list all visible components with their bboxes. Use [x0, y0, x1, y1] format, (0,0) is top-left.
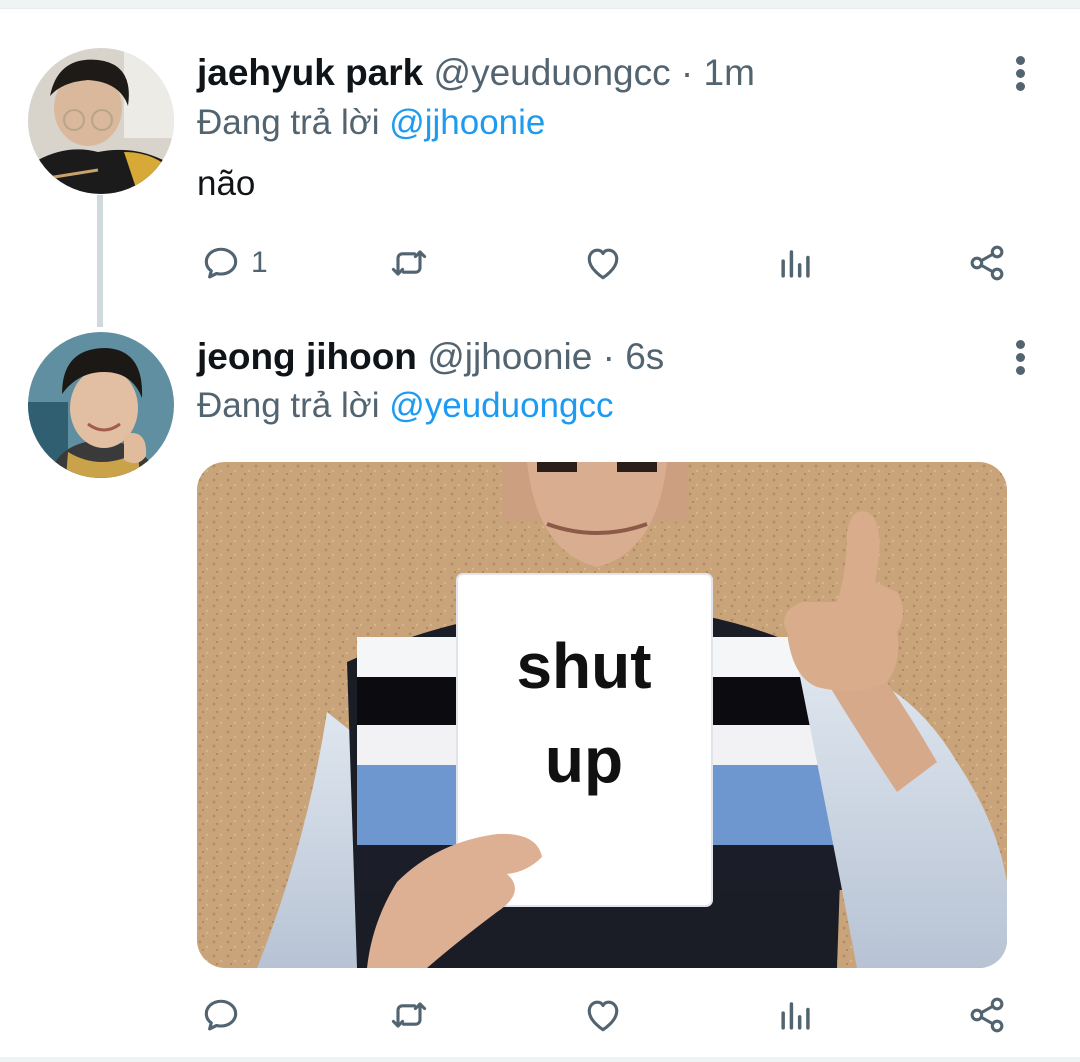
analytics-icon — [781, 1002, 810, 1030]
sign-text-line1: shut — [516, 630, 651, 702]
tweet-media-image[interactable]: shut up — [197, 462, 1007, 968]
display-name[interactable]: jeong jihoon — [197, 336, 417, 377]
separator-dot: · — [602, 336, 615, 377]
action-bar — [197, 990, 1027, 1040]
reply-button[interactable]: 1 — [199, 238, 268, 288]
like-icon — [587, 248, 619, 280]
timestamp[interactable]: 6s — [625, 336, 664, 377]
separator-dot: · — [680, 52, 694, 93]
user-handle[interactable]: @yeuduongcc — [434, 52, 671, 93]
like-button[interactable] — [581, 990, 625, 1040]
tweet-header: jaehyuk park @yeuduongcc · 1m — [197, 51, 755, 95]
analytics-button[interactable] — [774, 990, 818, 1040]
avatar-jaehyuk[interactable] — [28, 48, 174, 194]
like-button[interactable] — [581, 238, 625, 288]
display-name[interactable]: jaehyuk park — [197, 52, 423, 93]
retweet-button[interactable] — [387, 990, 431, 1040]
retweet-icon — [391, 250, 427, 276]
analytics-icon — [781, 250, 810, 278]
retweet-button[interactable] — [387, 238, 431, 288]
user-handle[interactable]: @jjhoonie — [427, 336, 592, 377]
tweet-text: não — [197, 164, 256, 203]
action-bar: 1 — [197, 238, 1027, 288]
timestamp[interactable]: 1m — [704, 52, 755, 93]
retweet-icon — [391, 1002, 427, 1028]
bottom-divider — [0, 1057, 1080, 1062]
more-options-icon[interactable] — [1007, 54, 1035, 94]
avatar-jihoon[interactable] — [28, 332, 174, 478]
analytics-button[interactable] — [774, 238, 818, 288]
sign-text-line2: up — [545, 724, 623, 796]
tweet-header: jeong jihoon @jjhoonie · 6s — [197, 335, 664, 379]
replying-to: Đang trả lời @jjhoonie — [197, 101, 545, 145]
more-options-icon[interactable] — [1007, 338, 1035, 378]
replying-to-label: Đang trả lời — [197, 386, 380, 425]
reply-icon — [204, 999, 238, 1031]
thread-connector-line — [97, 195, 103, 327]
reply-icon — [204, 247, 238, 279]
replying-to-label: Đang trả lời — [197, 103, 380, 142]
reply-count: 1 — [251, 246, 268, 279]
reply-mention-link[interactable]: @jjhoonie — [389, 103, 545, 142]
like-icon — [587, 1000, 619, 1032]
reply-mention-link[interactable]: @yeuduongcc — [389, 386, 613, 425]
share-button[interactable] — [965, 238, 1009, 288]
share-icon — [970, 245, 1004, 281]
share-icon — [970, 997, 1004, 1033]
reply-button[interactable] — [199, 990, 243, 1040]
tweet-1[interactable]: jaehyuk park @yeuduongcc · 1m Đang trả l… — [0, 0, 1080, 327]
replying-to: Đang trả lời @yeuduongcc — [197, 384, 614, 428]
share-button[interactable] — [965, 990, 1009, 1040]
